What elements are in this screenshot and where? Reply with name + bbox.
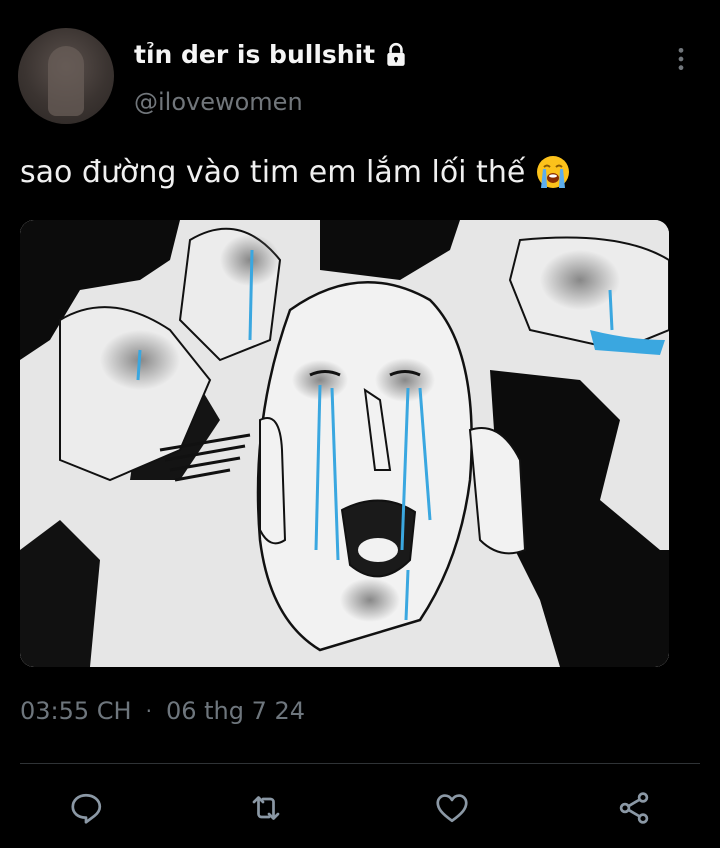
- display-name[interactable]: tỉn der is bullshit: [134, 40, 375, 69]
- share-icon: [619, 792, 649, 824]
- lock-icon: [387, 42, 405, 66]
- tweet-date: 06 thg 7 24: [165, 697, 306, 725]
- crying-faces-illustration: [20, 220, 669, 667]
- reply-icon: [71, 793, 102, 824]
- tweet-detail: tỉn der is bullshit @ilovewomen sao đườn…: [0, 0, 720, 848]
- like-button[interactable]: [432, 788, 472, 828]
- tweet-timestamp[interactable]: 03:55 CH · 06 thg 7 24: [20, 697, 305, 725]
- display-name-row[interactable]: tỉn der is bullshit: [134, 40, 409, 69]
- divider: [20, 763, 700, 764]
- reply-button[interactable]: [66, 788, 106, 828]
- retweet-button[interactable]: [246, 788, 286, 828]
- avatar[interactable]: [18, 28, 114, 124]
- tweet-media-image[interactable]: [20, 220, 669, 667]
- loudly-crying-face-icon: [537, 156, 570, 188]
- heart-icon: [436, 794, 468, 823]
- tweet-time: 03:55 CH: [20, 697, 132, 725]
- tweet-text: sao đường vào tim em lắm lối thế: [20, 154, 526, 190]
- share-button[interactable]: [614, 788, 654, 828]
- user-handle[interactable]: @ilovewomen: [134, 88, 303, 116]
- tweet-text-row: sao đường vào tim em lắm lối thế: [20, 154, 571, 190]
- retweet-icon: [252, 796, 280, 820]
- more-options-icon[interactable]: [668, 46, 694, 72]
- timestamp-separator: ·: [145, 699, 152, 723]
- avatar-silhouette: [48, 46, 84, 116]
